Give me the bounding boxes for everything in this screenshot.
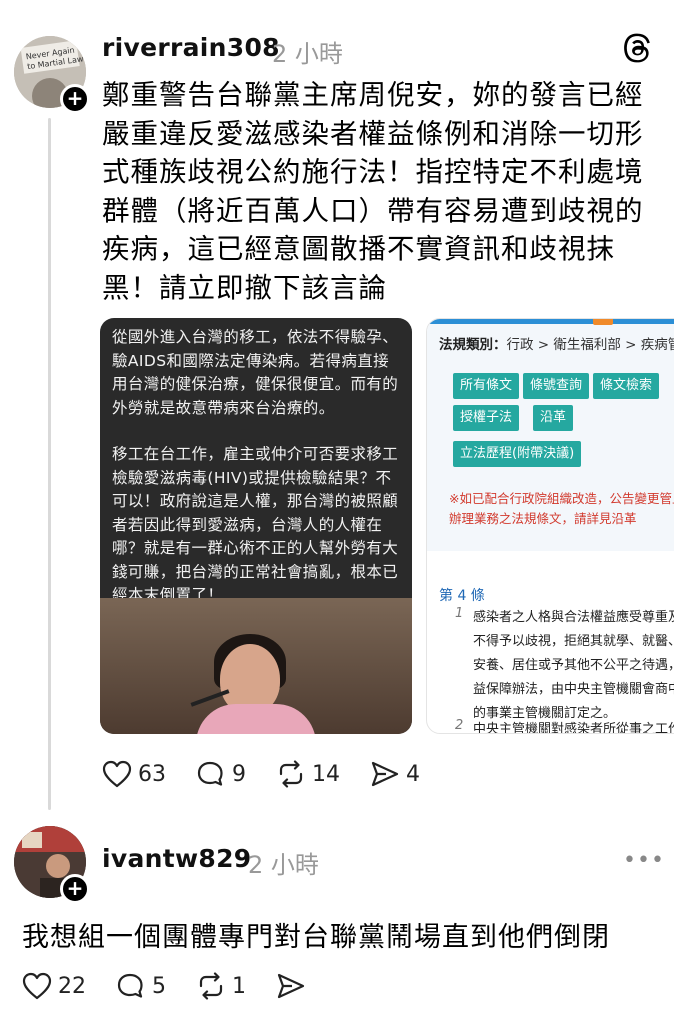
share-button[interactable]: 4 <box>370 760 420 788</box>
comment-button[interactable]: 9 <box>196 760 246 788</box>
article-title: 第 4 條 <box>439 588 485 604</box>
article-line: 不得予以歧視，拒絕其就學、就醫、 <box>473 634 674 649</box>
comment-button[interactable]: 5 <box>116 972 166 1000</box>
share-button[interactable] <box>276 972 312 1000</box>
reply-timestamp: 2 小時 <box>248 851 319 879</box>
reply-actions: 22 5 1 <box>22 972 342 1000</box>
screenshot-text: 從國外進入台灣的移工，依法不得驗孕、驗AIDS和國際法定傳染病。若得病直接用台灣… <box>112 326 404 631</box>
law-button-article-lookup[interactable]: 條號查詢 <box>523 373 590 399</box>
heart-icon <box>22 972 52 1000</box>
article-paragraph-number: 1 <box>455 606 464 621</box>
share-icon <box>277 973 305 999</box>
comment-icon <box>197 761 223 786</box>
law-notice: ※如已配合行政院組織改造，公告變更管止辦理業務之法規條文，請詳見沿革 <box>449 491 674 526</box>
like-count: 22 <box>58 973 86 999</box>
law-page-badge <box>593 319 613 325</box>
share-count: 4 <box>406 761 420 787</box>
repost-icon <box>279 760 303 788</box>
reply-username[interactable]: ivantw829 <box>102 844 251 873</box>
screenshot-paragraph: 從國外進入台灣的移工，依法不得驗孕、驗AIDS和國際法定傳染病。若得病直接用台灣… <box>112 328 399 417</box>
law-button-legislative-history[interactable]: 立法歷程(附帶決議) <box>453 441 582 467</box>
repost-icon <box>199 972 223 1000</box>
article-line: 益保障辦法，由中央主管機關會商中 <box>473 682 674 697</box>
like-button[interactable]: 22 <box>22 972 86 1000</box>
more-icon[interactable]: ••• <box>623 848 665 873</box>
post-timestamp: 2 小時 <box>272 40 343 68</box>
follow-plus-icon[interactable]: + <box>60 84 90 114</box>
repost-count: 14 <box>312 761 340 787</box>
post-image-screenshot[interactable]: 從國外進入台灣的移工，依法不得驗孕、驗AIDS和國際法定傳染病。若得病直接用台灣… <box>100 318 412 734</box>
article-line: 中央主管機關對感染者所從事之工作 <box>473 722 674 734</box>
law-button-all-articles[interactable]: 所有條文 <box>453 373 520 399</box>
repost-button[interactable]: 14 <box>276 760 340 788</box>
post-text: 鄭重警告台聯黨主席周倪安，妳的發言已經嚴重違反愛滋感染者權益條例和消除一切形式種… <box>102 79 644 304</box>
share-icon <box>371 761 399 787</box>
post-username[interactable]: riverrain308 <box>102 33 280 62</box>
heart-icon <box>102 760 132 788</box>
article-line: 安養、居住或予其他不公平之待遇， <box>473 658 674 673</box>
repost-button[interactable]: 1 <box>196 972 246 1000</box>
like-count: 63 <box>138 761 166 787</box>
threads-logo-icon[interactable] <box>622 32 654 64</box>
article-paragraph-number: 2 <box>455 718 464 733</box>
law-category-label: 法規類別： <box>439 337 507 353</box>
comment-icon <box>117 973 143 998</box>
post-image-law-page[interactable]: 法規類別：行政 > 衛生福利部 > 疾病管 所有條文 條號查詢 條文檢索 授權子… <box>426 318 674 734</box>
follow-plus-icon[interactable]: + <box>60 874 90 904</box>
repost-count: 1 <box>232 973 246 999</box>
law-page-topbar <box>427 319 674 324</box>
law-button-sub-regulations[interactable]: 授權子法 <box>453 405 520 431</box>
article-line: 感染者之人格與合法權益應受尊重及 <box>473 610 674 625</box>
law-button-history[interactable]: 沿革 <box>533 405 574 431</box>
like-button[interactable]: 63 <box>102 760 166 788</box>
law-category-path: 行政 > 衛生福利部 > 疾病管 <box>506 337 674 353</box>
comment-count: 5 <box>152 973 166 999</box>
reply-text: 我想組一個團體專門對台聯黨鬧場直到他們倒閉 <box>22 922 610 953</box>
law-category: 法規類別：行政 > 衛生福利部 > 疾病管 <box>439 333 674 353</box>
comment-count: 9 <box>232 761 246 787</box>
thread-connector-line <box>48 118 51 810</box>
law-button-article-search[interactable]: 條文檢索 <box>593 373 660 399</box>
speaker-body <box>196 704 316 734</box>
post-actions: 63 9 14 4 <box>102 760 450 788</box>
law-page-header: 法規類別：行政 > 衛生福利部 > 疾病管 所有條文 條號查詢 條文檢索 授權子… <box>427 319 674 551</box>
screenshot-paragraph: 移工在台工作，雇主或仲介可否要求移工檢驗愛滋病毒(HIV)或提供檢驗結果？不可以… <box>112 445 399 604</box>
speaker-photo <box>100 598 412 734</box>
